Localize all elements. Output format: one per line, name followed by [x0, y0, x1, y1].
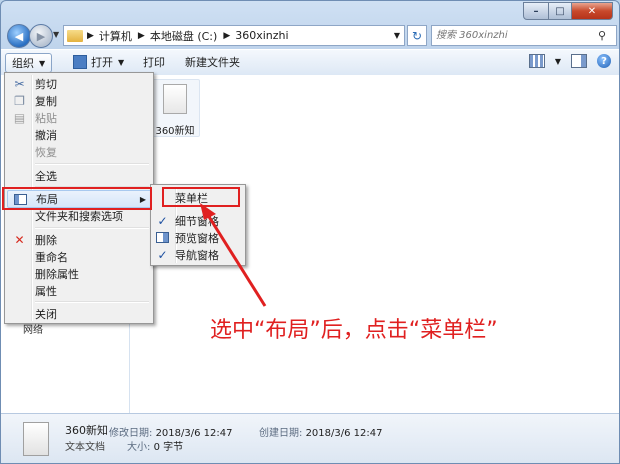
annotation-text: 选中“布局”后，点击“菜单栏”: [210, 318, 498, 343]
annotation-arrow: [200, 203, 267, 307]
